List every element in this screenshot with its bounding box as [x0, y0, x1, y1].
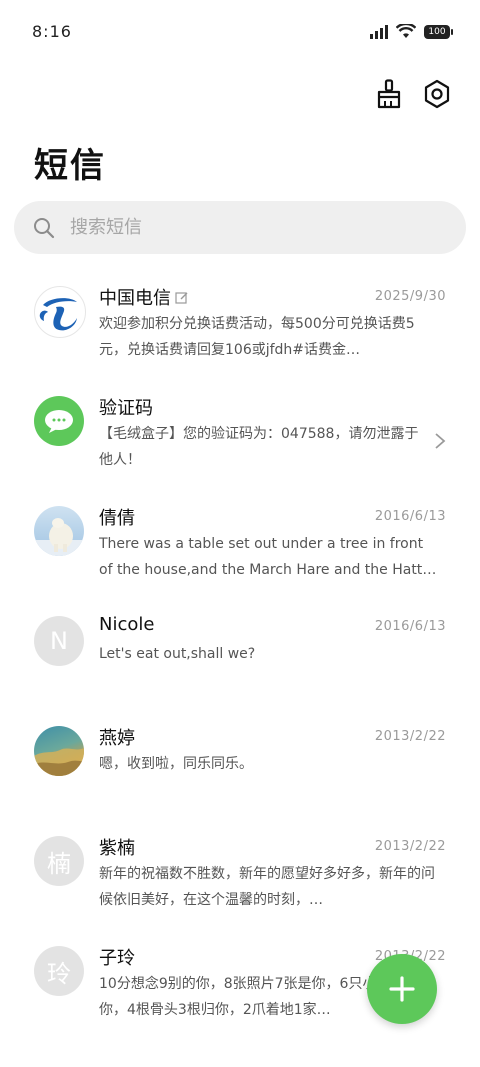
conversation-item[interactable]: 燕婷 2013/2/22 嗯，收到啦，同乐同乐。 [0, 712, 480, 822]
contact-name: 验证码 [99, 398, 153, 419]
wifi-icon [396, 24, 416, 38]
clean-broom-button[interactable] [374, 78, 404, 110]
message-preview: Let's eat out,shall we? [99, 646, 256, 662]
landscape-photo-icon [34, 748, 84, 776]
message-date: 2016/6/13 [374, 509, 446, 524]
new-message-button[interactable] [367, 954, 437, 1024]
status-time: 8:16 [32, 22, 72, 41]
contact-name: 紫楠 [99, 838, 135, 859]
message-preview: 欢迎参加积分兑换话费活动，每500分可兑换话费5元，兑换话费请回复106或jfd… [99, 316, 415, 358]
message-date: 2013/2/22 [374, 839, 446, 854]
message-preview: There was a table set out under a tree i… [99, 536, 437, 578]
conversation-item[interactable]: 验证码 【毛绒盒子】您的验证码为：047588，请勿泄露于他人！ [0, 382, 480, 492]
chevron-right-icon [435, 433, 446, 449]
settings-gear-icon [424, 79, 450, 109]
conversation-item[interactable]: 中国电信 2025/9/30 欢迎参加积分兑换话费活动，每500分可兑换话费5元… [0, 272, 480, 382]
contact-name: 中国电信 [99, 284, 189, 310]
search-icon [34, 217, 55, 238]
avatar-initial: 楠 [34, 836, 84, 886]
signal-icon [370, 24, 388, 39]
contact-name: 子玲 [99, 948, 135, 969]
china-telecom-logo-icon [39, 298, 77, 331]
top-actions [374, 78, 452, 110]
settings-button[interactable] [422, 78, 452, 110]
avatar [34, 506, 84, 556]
status-icons: 100 [370, 24, 453, 39]
message-date: 2013/2/22 [374, 729, 446, 744]
battery-icon: 100 [424, 24, 453, 39]
message-preview: 嗯，收到啦，同乐同乐。 [99, 756, 253, 772]
message-preview: 新年的祝福数不胜数，新年的愿望好多好多，新年的问候依旧美好，在这个温馨的时刻，… [99, 866, 435, 908]
message-date: 2016/6/13 [374, 619, 446, 634]
plus-icon [389, 976, 415, 1002]
broom-icon [377, 79, 401, 109]
avatar [34, 396, 84, 446]
message-preview: 【毛绒盒子】您的验证码为：047588，请勿泄露于他人！ [99, 426, 419, 468]
avatar [34, 286, 86, 338]
conversation-item[interactable]: N Nicole 2016/6/13 Let's eat out,shall w… [0, 602, 480, 712]
contact-name: 燕婷 [99, 728, 135, 749]
contact-name: Nicole [99, 614, 155, 635]
search-bar[interactable] [14, 201, 466, 254]
avatar-initial: N [34, 616, 84, 666]
conversation-item[interactable]: 倩倩 2016/6/13 There was a table set out u… [0, 492, 480, 602]
conversation-item[interactable]: 楠 紫楠 2013/2/22 新年的祝福数不胜数，新年的愿望好多好多，新年的问候… [0, 822, 480, 932]
contact-name: 倩倩 [99, 508, 135, 529]
conversation-list: 中国电信 2025/9/30 欢迎参加积分兑换话费活动，每500分可兑换话费5元… [0, 272, 480, 1042]
message-date: 2025/9/30 [374, 289, 446, 304]
avatar-initial: 玲 [34, 946, 84, 996]
avatar [34, 726, 84, 776]
messages-screen: 8:16 100 短信 搜索短信 中国电信 2025/9/30 欢迎参加积分兑换… [0, 0, 480, 1067]
page-title: 短信 [34, 146, 106, 186]
message-bubble-icon [45, 410, 73, 433]
status-bar: 8:16 100 [0, 0, 480, 66]
draft-edit-icon [175, 292, 188, 304]
polar-bear-photo-icon [34, 518, 84, 556]
search-input[interactable] [68, 216, 432, 239]
